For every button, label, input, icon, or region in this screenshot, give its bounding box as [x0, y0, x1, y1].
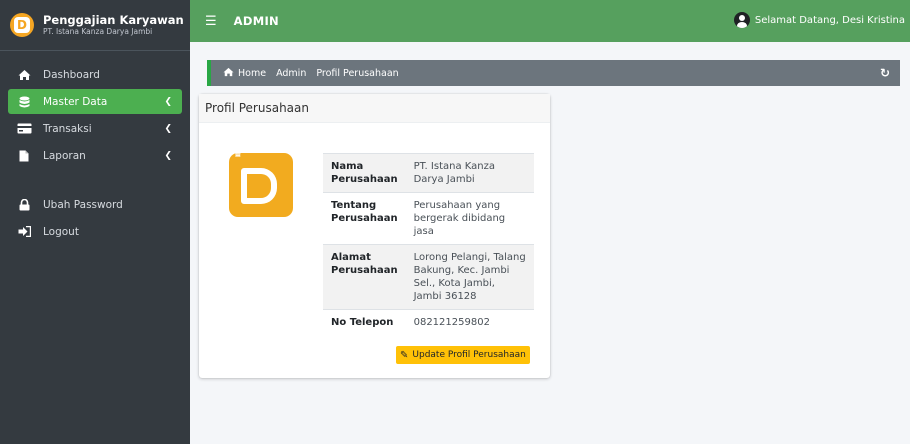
brand-title: Penggajian Karyawan: [43, 13, 184, 27]
sidebar-item-master-data[interactable]: Master Data ❮: [8, 89, 182, 114]
user-menu[interactable]: Selamat Datang, Desi Kristina: [733, 12, 905, 28]
brand-logo-icon: D: [10, 13, 34, 37]
sidebar-item-transaksi[interactable]: Transaksi ❮: [8, 116, 182, 141]
edit-icon: ✎: [400, 349, 409, 361]
row-label: Tentang Perusahaan: [323, 192, 406, 245]
navbar-title: ADMIN: [233, 14, 279, 28]
chevron-left-icon: ❮: [164, 123, 172, 134]
row-value: PT. Istana Kanza Darya Jambi: [405, 153, 534, 193]
refresh-icon[interactable]: ↻: [880, 66, 890, 80]
company-info-table: Nama Perusahaan PT. Istana Kanza Darya J…: [323, 153, 534, 335]
row-label: Nama Perusahaan: [323, 153, 406, 193]
file-icon: [16, 150, 32, 162]
credit-card-icon: [16, 123, 32, 134]
brand[interactable]: D Penggajian Karyawan PT. Istana Kanza D…: [0, 0, 190, 51]
user-greeting: Selamat Datang, Desi Kristina: [754, 14, 905, 26]
row-label: Alamat Perusahaan: [323, 244, 406, 310]
top-navbar: ☰ ADMIN Selamat Datang, Desi Kristina: [190, 0, 910, 42]
database-icon: [16, 96, 32, 108]
table-row: No Telepon 082121259802: [323, 309, 534, 335]
sidebar-item-label: Logout: [43, 225, 79, 238]
breadcrumb-current: Profil Perusahaan: [316, 67, 399, 79]
sidebar-item-label: Transaksi: [43, 122, 92, 135]
sidebar-item-label: Laporan: [43, 149, 86, 162]
row-value: Lorong Pelangi, Talang Bakung, Kec. Jamb…: [405, 244, 534, 310]
update-profile-label: Update Profil Perusahaan: [412, 350, 526, 360]
home-icon: [223, 67, 234, 80]
sidebar-item-label: Dashboard: [43, 68, 100, 81]
sidebar-nav: Dashboard Master Data ❮ Transaksi ❮ Lapo…: [0, 51, 190, 244]
chevron-left-icon: ❮: [164, 150, 172, 161]
sign-out-icon: [16, 226, 32, 237]
row-value: 082121259802: [405, 309, 534, 335]
table-row: Nama Perusahaan PT. Istana Kanza Darya J…: [323, 153, 534, 193]
company-logo-icon: ♛: [229, 147, 293, 217]
table-row: Tentang Perusahaan Perusahaan yang berge…: [323, 192, 534, 245]
home-icon: [16, 69, 32, 81]
sidebar-item-logout[interactable]: Logout: [8, 219, 182, 244]
sidebar-item-dashboard[interactable]: Dashboard: [8, 62, 182, 87]
menu-toggle-icon[interactable]: ☰: [205, 14, 217, 29]
sidebar-item-laporan[interactable]: Laporan ❮: [8, 143, 182, 168]
row-label: No Telepon: [323, 309, 406, 335]
card-title: Profil Perusahaan: [205, 101, 309, 115]
sidebar-item-label: Ubah Password: [43, 198, 123, 211]
company-profile-card: Profil Perusahaan ♛ Nama Perusahaan PT. …: [199, 94, 550, 378]
row-value: Perusahaan yang bergerak dibidang jasa: [405, 192, 534, 245]
chevron-left-icon: ❮: [164, 96, 172, 107]
breadcrumb-home-link[interactable]: Home: [238, 68, 266, 79]
card-header: Profil Perusahaan: [199, 94, 550, 123]
breadcrumb-admin-link[interactable]: Admin: [276, 68, 306, 79]
sidebar-item-ubah-password[interactable]: Ubah Password: [8, 192, 182, 217]
update-profile-button[interactable]: ✎ Update Profil Perusahaan: [396, 346, 530, 364]
lock-icon: [16, 198, 32, 211]
user-avatar-icon: [733, 12, 750, 28]
table-row: Alamat Perusahaan Lorong Pelangi, Talang…: [323, 244, 534, 310]
brand-subtitle: PT. Istana Kanza Darya Jambi: [43, 27, 153, 36]
sidebar: D Penggajian Karyawan PT. Istana Kanza D…: [0, 0, 190, 444]
breadcrumb: Home Admin Profil Perusahaan ↻: [207, 60, 900, 86]
sidebar-item-label: Master Data: [43, 95, 108, 108]
